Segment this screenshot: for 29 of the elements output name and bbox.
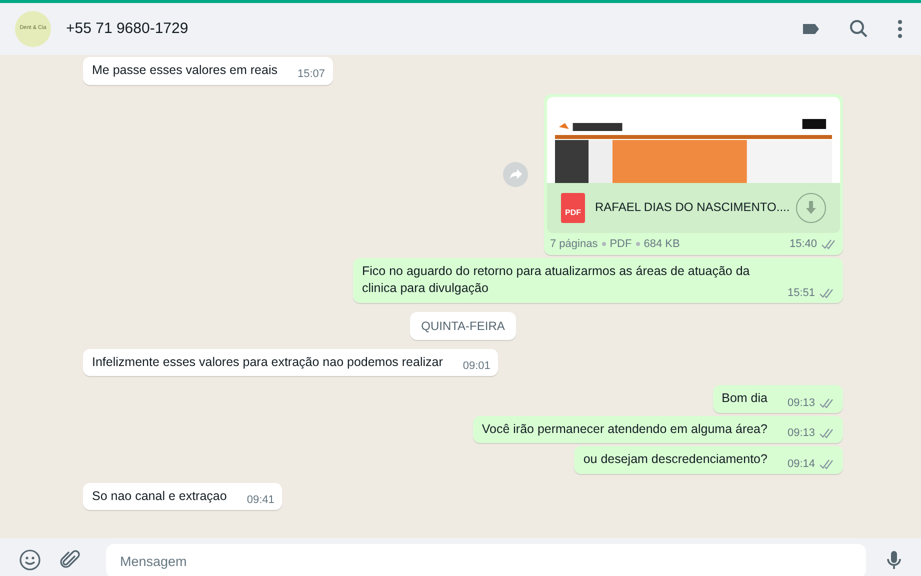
message-time: 15:51 [787,286,815,300]
pdf-icon: PDF [561,192,585,222]
message-text: Bom dia [722,390,768,408]
message-time: 09:41 [246,493,274,508]
file-info: 7 páginas [550,236,598,252]
message-field[interactable]: Mensagem [106,544,866,576]
file-info: 684 KB [644,236,680,252]
file-info: PDF [610,236,632,252]
menu-icon[interactable] [895,17,905,41]
download-icon [804,200,818,216]
message-time: 09:01 [462,359,490,374]
separator-dot-icon [602,242,606,246]
document-preview[interactable] [547,96,840,182]
message-text: So nao canal e extraçao [92,488,227,505]
contact-name[interactable]: +55 71 9680-1729 [66,18,188,40]
message-time: 15:07 [298,67,326,82]
file-name: RAFAEL DIAS DO NASCIMENTO.... [595,199,791,216]
message-text: Infelizmente esses valores para extração nao podemos realizar [92,354,443,371]
message-text: Me passe esses valores em reais [92,62,278,79]
message-text: ou desejam descredenciamento? [583,451,768,468]
emoji-icon[interactable] [18,548,42,572]
message-text: Fico no aguardo do retorno para atualizarmos as áreas de atuação da clinica para divulgação [362,262,751,298]
message-time: 09:13 [787,396,815,410]
message-time: 09:13 [787,426,815,441]
message-time: 15:40 [789,236,817,252]
message-time: 09:14 [787,456,815,472]
message-text: Você irão permanecer atendendo em alguma área? [482,420,768,438]
separator-dot-icon [636,242,640,246]
forward-icon [508,167,522,182]
